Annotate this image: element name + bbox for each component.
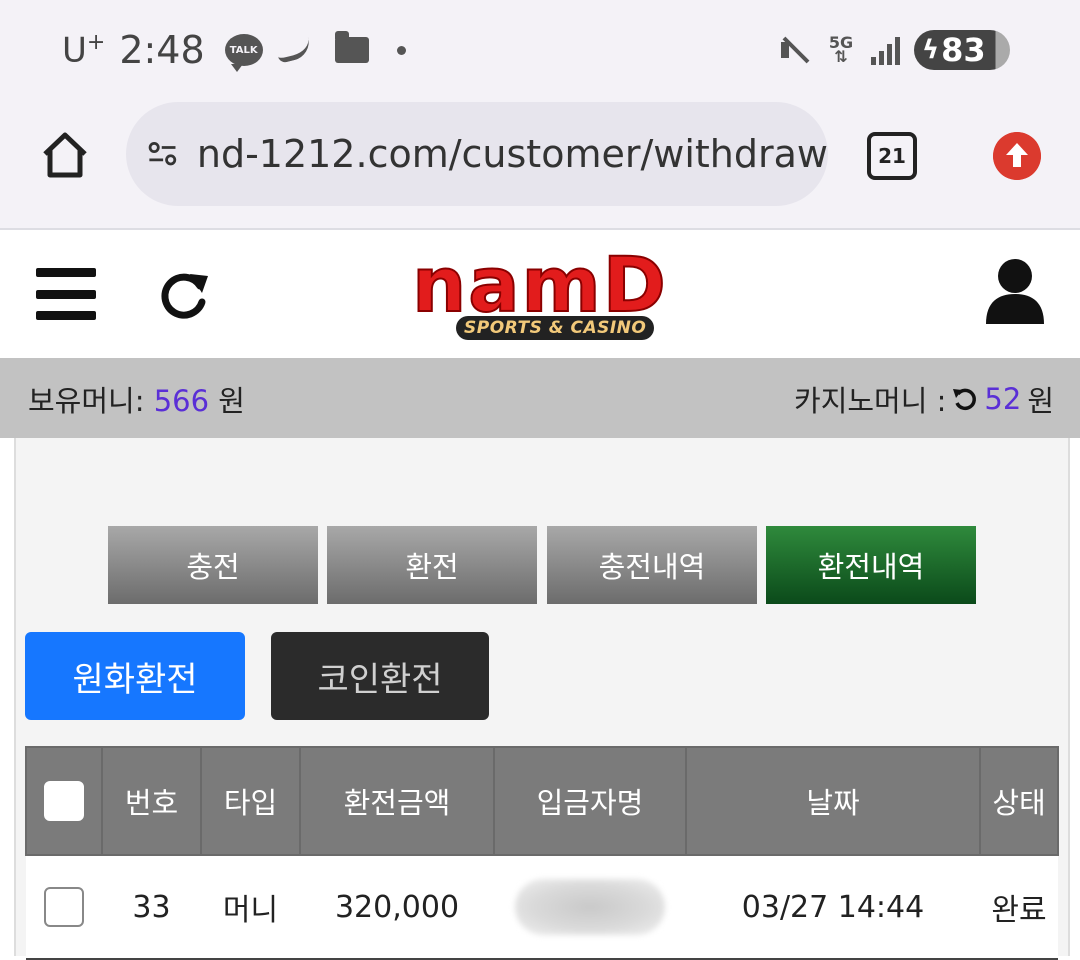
clock: 2:48	[119, 28, 205, 72]
table-header-row: 번호 타입 환전금액 입금자명 날짜 상태	[25, 746, 1059, 856]
dot-icon	[396, 45, 406, 55]
select-all-header	[25, 746, 103, 856]
money-bar: 보유머니: 566 원 카지노머니 : 52 원	[0, 358, 1080, 438]
tab-withdraw[interactable]: 환전	[327, 526, 537, 604]
upgrade-icon[interactable]	[993, 132, 1041, 180]
home-icon[interactable]	[40, 130, 90, 180]
krw-withdraw-button[interactable]: 원화환전	[25, 632, 245, 720]
carrier-label: U+	[62, 29, 106, 71]
user-icon[interactable]	[984, 256, 1046, 326]
kakaotalk-icon: TALK	[224, 34, 263, 72]
hold-money-value: 566	[153, 384, 210, 418]
tabs-icon[interactable]: 21	[867, 132, 917, 180]
row-depositor	[494, 855, 686, 960]
header-date: 날짜	[685, 746, 981, 856]
table-row[interactable]: 33 머니 320,000 03/27 14:44 완료	[26, 855, 1058, 960]
5g-icon: 5G ⇅	[828, 33, 854, 66]
header-amount: 환전금액	[299, 746, 495, 856]
row-number: 33	[102, 855, 201, 960]
redacted-name	[515, 879, 665, 935]
row-checkbox[interactable]	[44, 887, 84, 927]
mute-icon	[779, 34, 811, 66]
select-all-checkbox[interactable]	[44, 781, 84, 821]
casino-refresh-icon[interactable]	[952, 386, 978, 412]
row-date: 03/27 14:44	[686, 855, 980, 960]
site-logo[interactable]: namD SPORTS & CASINO	[370, 239, 710, 348]
tab-deposit-history[interactable]: 충전내역	[547, 526, 757, 604]
tab-deposit[interactable]: 충전	[108, 526, 318, 604]
tab-withdraw-history[interactable]: 환전내역	[766, 526, 976, 604]
url-text[interactable]: nd-1212.com/customer/withdraw	[197, 132, 828, 176]
header-type: 타입	[200, 746, 301, 856]
casino-money: 카지노머니 : 52 원	[794, 382, 1054, 418]
address-bar[interactable]: nd-1212.com/customer/withdraw	[126, 102, 828, 206]
header-depositor: 입금자명	[493, 746, 687, 856]
row-status: 완료	[980, 855, 1058, 960]
site-settings-icon[interactable]	[148, 142, 177, 166]
battery-level: 83	[941, 31, 986, 69]
nike-icon	[274, 36, 313, 64]
header-number: 번호	[101, 746, 202, 856]
tab-count: 21	[878, 144, 906, 168]
folder-icon	[334, 31, 369, 63]
status-left: U+ 2:48 TALK	[62, 28, 406, 72]
site-header: namD SPORTS & CASINO	[0, 230, 1080, 358]
row-type: 머니	[201, 855, 300, 960]
row-select-cell	[26, 855, 102, 960]
hold-money: 보유머니: 566 원	[28, 384, 245, 418]
withdraw-history-table: 번호 타입 환전금액 입금자명 날짜 상태 33 머니 320,000 03/2…	[25, 746, 1059, 960]
menu-icon[interactable]	[36, 268, 96, 320]
header-status: 상태	[979, 746, 1059, 856]
refresh-icon[interactable]	[156, 266, 212, 322]
status-right: 5G ⇅ ϟ 83	[779, 30, 1010, 70]
coin-withdraw-button[interactable]: 코인환전	[271, 632, 489, 720]
row-amount: 320,000	[300, 855, 494, 960]
withdraw-content: 충전 환전 충전내역 환전내역 원화환전 코인환전 번호 타입 환전금액 입금자…	[14, 438, 1070, 960]
status-bar: U+ 2:48 TALK 5G ⇅ ϟ 83	[0, 0, 1080, 100]
casino-money-value: 52	[984, 382, 1022, 416]
battery-icon: ϟ 83	[914, 30, 1010, 70]
signal-icon	[871, 35, 900, 65]
browser-toolbar: nd-1212.com/customer/withdraw 21	[0, 100, 1080, 230]
